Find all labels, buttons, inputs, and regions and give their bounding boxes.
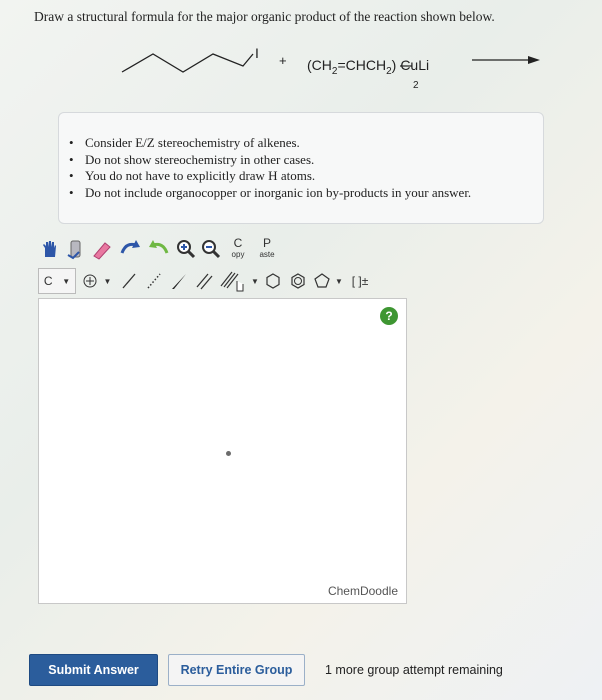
instruction-item: Do not include organocopper or inorganic… [69, 185, 543, 202]
atom-label: C [43, 274, 53, 288]
atom-selector[interactable]: C ▼ [38, 268, 76, 294]
undo-icon[interactable] [117, 237, 143, 261]
instruction-item: Consider E/Z stereochemistry of alkenes. [69, 135, 543, 152]
help-icon[interactable]: ? [380, 307, 398, 325]
chevron-down-icon: ▼ [62, 276, 71, 286]
instructions-box: Consider E/Z stereochemistry of alkenes.… [58, 112, 544, 224]
instruction-item: You do not have to explicitly draw H ato… [69, 168, 543, 185]
eraser-icon[interactable] [90, 237, 114, 261]
ring-cyclopentane-icon[interactable] [312, 269, 332, 293]
chevron-down-icon: ▼ [103, 276, 112, 286]
bracket-charge-button[interactable]: [ ]± [346, 269, 374, 293]
toolbar-row-2: C ▼ ▼ ▼ ▼ [ ]± [38, 268, 377, 294]
attempts-remaining-text: 1 more group attempt remaining [325, 663, 503, 677]
wedge-bond-icon[interactable] [168, 269, 190, 293]
drawing-canvas[interactable]: ? ChemDoodle [38, 298, 407, 604]
dashed-bond-icon[interactable] [143, 269, 165, 293]
hand-icon[interactable] [38, 237, 60, 261]
single-bond-icon[interactable] [118, 269, 140, 293]
ring-benzene-icon[interactable] [287, 269, 309, 293]
zoom-in-icon[interactable] [175, 237, 197, 261]
lasso-select-icon[interactable] [63, 237, 87, 261]
triple-bond-icon[interactable] [218, 269, 248, 293]
reaction-scheme: I (CH2=CHCH2) CuLi 2 + [0, 0, 602, 110]
chemdoodle-brand: ChemDoodle [327, 584, 398, 598]
zoom-out-icon[interactable] [200, 237, 222, 261]
alkyl-chain-structure [121, 53, 254, 73]
instruction-item: Do not show stereochemistry in other cas… [69, 152, 543, 169]
submit-answer-button[interactable]: Submit Answer [29, 654, 158, 686]
canvas-cursor-dot [226, 451, 231, 456]
chevron-down-icon[interactable]: ▼ [251, 269, 259, 293]
redo-icon[interactable] [146, 237, 172, 261]
reagent2-count: 2 [413, 80, 419, 91]
charge-selector[interactable]: ▼ [79, 269, 115, 293]
reagent2-formula: (CH2=CHCH2) CuLi [307, 57, 429, 77]
copy-bottom: opy [231, 250, 245, 259]
chevron-down-icon[interactable]: ▼ [335, 269, 343, 293]
paste-bottom: aste [259, 250, 275, 259]
toolbar-row-1: C opy P aste [38, 236, 283, 262]
reaction-svg: I (CH2=CHCH2) CuLi 2 [121, 45, 540, 91]
ring-cyclohexane-icon[interactable] [262, 269, 284, 293]
copy-top: C [233, 236, 243, 250]
charge-plus-icon [83, 274, 97, 288]
copy-button[interactable]: C opy [225, 237, 251, 261]
plus-sign: + [279, 53, 287, 68]
retry-entire-group-button[interactable]: Retry Entire Group [168, 654, 305, 686]
iodine-label: I [255, 45, 259, 61]
reaction-arrowhead [528, 56, 540, 64]
paste-button[interactable]: P aste [254, 237, 280, 261]
double-bond-icon[interactable] [193, 269, 215, 293]
paste-top: P [262, 236, 271, 250]
